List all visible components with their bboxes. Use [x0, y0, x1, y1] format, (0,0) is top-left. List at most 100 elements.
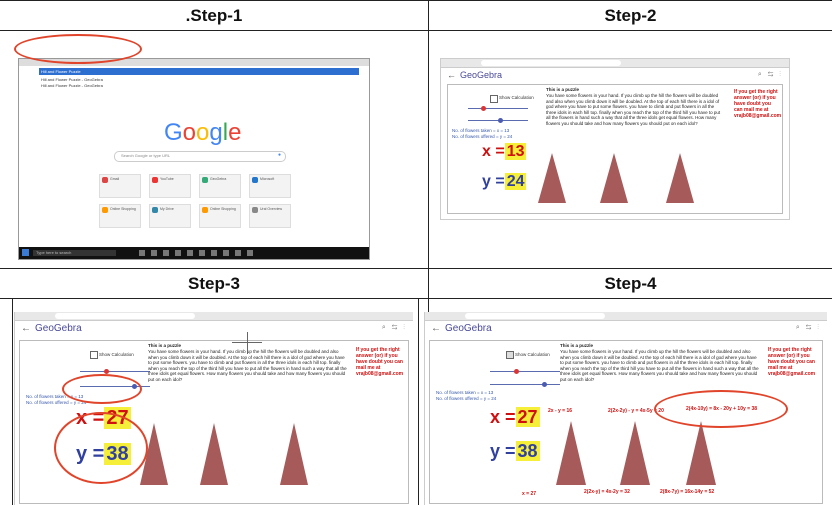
- google-logo-letter: o: [196, 119, 210, 146]
- step-1-screenshot: Hill and Flower Puzzle Hill and Flower P…: [18, 58, 370, 260]
- tile-label: Ural Overview: [260, 207, 282, 211]
- shortcut-tile[interactable]: Online Shopping: [199, 204, 241, 228]
- x-value-display: x = 27: [490, 407, 540, 427]
- mic-icon[interactable]: ●: [278, 152, 281, 158]
- y-value: 38: [515, 441, 540, 461]
- hint-text: If you get the right answer (or) if you …: [356, 347, 404, 377]
- shortcut-tile[interactable]: Microsoft: [249, 174, 291, 198]
- highlight-oval-slider: [62, 374, 142, 404]
- highlight-oval-equation: [654, 390, 788, 428]
- flowers-taken: No. of flowers taken = x = 13: [452, 128, 510, 133]
- calc-bottom-2: 2(2x-y) = 4x-2y = 32: [584, 489, 630, 495]
- puzzle-title: This is a puzzle: [560, 343, 594, 348]
- flowers-offered: No. of flowers offered = y = 24: [436, 396, 497, 401]
- shortcut-tile[interactable]: Ural Overview: [249, 204, 291, 228]
- toolbar-icons[interactable]: ⌕ ⇆ ⋮: [382, 324, 407, 332]
- site-icon: [152, 207, 158, 213]
- geogebra-title: GeoGebra: [445, 322, 492, 334]
- x-value: 27: [515, 407, 540, 427]
- site-icon: [152, 177, 158, 183]
- search-placeholder: Search Google or type URL: [121, 153, 171, 158]
- step-1-header: .Step-1: [185, 6, 243, 25]
- geogebra-title: GeoGebra: [460, 70, 503, 80]
- windows-icon[interactable]: [22, 249, 29, 256]
- toolbar-icons[interactable]: ⌕ ⇆ ⋮: [758, 71, 783, 79]
- flowers-offered: No. of flowers offered = y = 24: [452, 134, 513, 139]
- show-calculation-label: Show Calculation: [515, 352, 550, 357]
- tile-label: Online Shopping: [210, 207, 236, 211]
- applet-panel: Show Calculation No. of flowers taken = …: [447, 84, 783, 214]
- site-icon: [202, 207, 208, 213]
- shortcut-tile[interactable]: Gmail: [99, 174, 141, 198]
- site-icon: [252, 207, 258, 213]
- shortcut-tile[interactable]: GeoGebra: [199, 174, 241, 198]
- tile-label: YouTube: [160, 177, 174, 181]
- tile-label: My Drive: [160, 207, 174, 211]
- slider-x[interactable]: [80, 371, 150, 372]
- address-bar-suggestion[interactable]: [39, 68, 359, 75]
- step-4-header: Step-4: [604, 274, 657, 293]
- x-value-display: x = 13: [482, 143, 527, 160]
- slider-x[interactable]: [468, 108, 528, 109]
- slider-y[interactable]: [490, 384, 560, 385]
- puzzle-title: This is a puzzle: [546, 87, 580, 92]
- hint-text: If you get the right answer (or) if you …: [768, 347, 816, 377]
- show-calculation-checkbox[interactable]: [90, 351, 98, 359]
- show-calculation-checkbox[interactable]: [490, 95, 498, 103]
- browser-chrome: [425, 312, 827, 321]
- flowers-taken: No. of flowers taken = x = 13: [436, 390, 494, 395]
- tile-label: Gmail: [110, 177, 120, 181]
- tile-label: GeoGebra: [210, 177, 227, 181]
- y-value-display: y = 38: [490, 441, 540, 461]
- shortcut-tile[interactable]: YouTube: [149, 174, 191, 198]
- puzzle-text: You have some flowers in your hand. If y…: [560, 349, 759, 382]
- shortcut-tile[interactable]: My Drive: [149, 204, 191, 228]
- suggestion-3[interactable]: Hill and Flower Puzzle - GeoGebra: [41, 83, 103, 88]
- highlight-oval-values: [54, 412, 148, 484]
- google-logo-letter: o: [182, 119, 197, 146]
- hill-2: [200, 423, 228, 485]
- puzzle-title: This is a puzzle: [148, 343, 182, 348]
- geogebra-header: ← GeoGebra ⌕ ⇆ ⋮: [441, 68, 789, 82]
- hill-3: [666, 153, 694, 203]
- back-arrow-icon[interactable]: ←: [21, 323, 31, 334]
- slider-y-knob[interactable]: [542, 382, 547, 387]
- shortcut-tile[interactable]: Online Shopping: [99, 204, 141, 228]
- search-input[interactable]: Search Google or type URL ●: [114, 151, 286, 162]
- google-logo-letter: g: [209, 119, 223, 146]
- grid-line: [12, 298, 13, 505]
- slider-x-knob[interactable]: [481, 106, 486, 111]
- calc-top-1: 2x - y = 16: [548, 408, 573, 414]
- google-logo-letter: e: [228, 119, 242, 146]
- slider-x-knob[interactable]: [514, 369, 519, 374]
- y-value: 24: [504, 173, 527, 190]
- site-icon: [102, 207, 108, 213]
- slider-y-knob[interactable]: [498, 118, 503, 123]
- geogebra-header: ← GeoGebra ⌕ ⇆ ⋮: [425, 321, 827, 335]
- crosshair-marker: [247, 332, 248, 354]
- suggestion-1[interactable]: Hill and Flower Puzzle: [41, 69, 81, 74]
- hill-3: [280, 423, 308, 485]
- step-2-screenshot: ← GeoGebra ⌕ ⇆ ⋮ Show Calculation No. of…: [440, 58, 790, 220]
- toolbar-icons[interactable]: ⌕ ⇆ ⋮: [796, 324, 821, 332]
- show-calculation-label: Show Calculation: [99, 352, 134, 357]
- taskbar-apps: [139, 250, 259, 256]
- highlight-oval: [14, 34, 142, 64]
- suggestion-2[interactable]: Hill and Flower Puzzle - GeoGebra: [41, 77, 103, 82]
- browser-chrome: [15, 312, 413, 321]
- back-arrow-icon[interactable]: ←: [431, 323, 441, 334]
- hill-3: [686, 421, 716, 485]
- site-icon: [252, 177, 258, 183]
- show-calculation-label: Show Calculation: [499, 95, 534, 100]
- puzzle-text: You have some flowers in your hand. If y…: [148, 349, 347, 382]
- slider-x[interactable]: [490, 371, 560, 372]
- x-value: 13: [504, 143, 527, 160]
- tile-label: Microsoft: [260, 177, 275, 181]
- back-arrow-icon[interactable]: ←: [447, 70, 456, 80]
- puzzle-text: You have some flowers in your hand. If y…: [546, 93, 721, 126]
- hill-2: [620, 421, 650, 485]
- taskbar-search[interactable]: Type here to search: [33, 250, 116, 256]
- site-icon: [102, 177, 108, 183]
- show-calculation-checkbox[interactable]: [506, 351, 514, 359]
- browser-chrome: [441, 59, 789, 68]
